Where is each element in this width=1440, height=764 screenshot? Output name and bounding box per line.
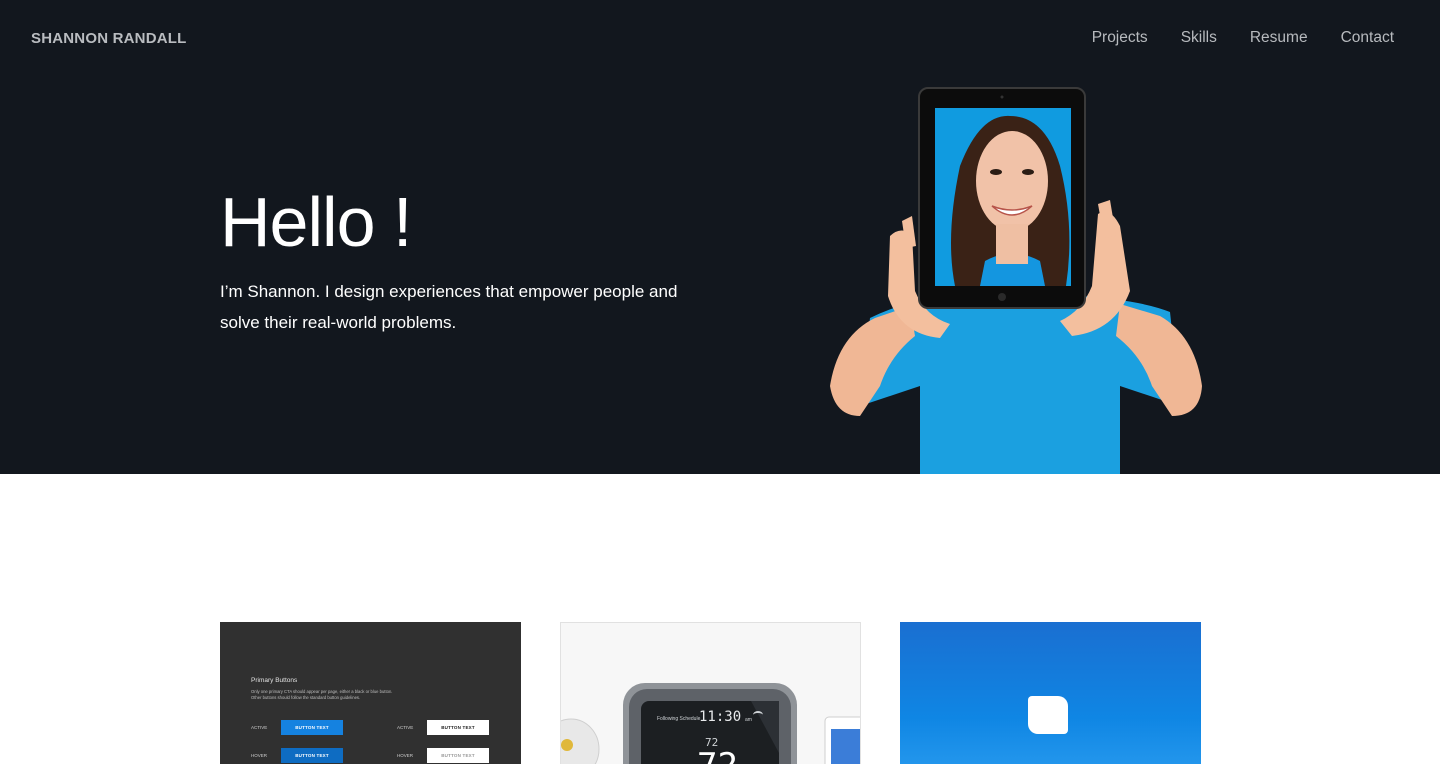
brand-logo[interactable]: SHANNON RANDALL [31, 30, 187, 47]
row-label-hover-white: HOVER [397, 753, 414, 758]
sample-button-blue-hover: BUTTON TEXT [281, 748, 343, 763]
nav-skills[interactable]: Skills [1181, 29, 1217, 47]
hero-title: Hello ! [220, 183, 412, 261]
sample-button-white-hover: BUTTON TEXT [427, 748, 489, 763]
hero-section: SHANNON RANDALL Projects Skills Resume C… [0, 0, 1440, 474]
row-label-hover-blue: HOVER [251, 753, 268, 758]
project-cards: Primary Buttons Only one primary CTA sho… [220, 622, 1201, 764]
app-icon [1028, 696, 1068, 734]
guide-note: Only one primary CTA should appear per p… [251, 689, 393, 700]
wifi-icon [753, 711, 763, 719]
sample-button-blue-active: BUTTON TEXT [281, 720, 343, 735]
row-label-active-white: ACTIVE [397, 725, 414, 730]
thermostat-schedule: Following Schedule [657, 716, 701, 722]
card-thermostat[interactable]: Following Schedule 11:30 am 72 72 [560, 622, 861, 764]
portrait-photo [830, 87, 1202, 474]
thermostat-ampm: am [745, 717, 752, 723]
card-style-guide[interactable]: Primary Buttons Only one primary CTA sho… [220, 622, 521, 764]
sample-button-white-active: BUTTON TEXT [427, 720, 489, 735]
guide-title: Primary Buttons [251, 677, 298, 684]
thermostat-current-temp: 72 [697, 749, 738, 764]
thermostat-time: 11:30 [699, 709, 742, 725]
card-app-icon[interactable] [900, 622, 1201, 764]
nav-projects[interactable]: Projects [1092, 29, 1148, 47]
row-label-active-blue: ACTIVE [251, 725, 268, 730]
hero-subtitle: I’m Shannon. I design experiences that e… [220, 282, 678, 332]
nav-contact[interactable]: Contact [1341, 29, 1394, 47]
nav-resume[interactable]: Resume [1250, 29, 1308, 47]
main-nav: Projects Skills Resume Contact [1092, 29, 1394, 47]
